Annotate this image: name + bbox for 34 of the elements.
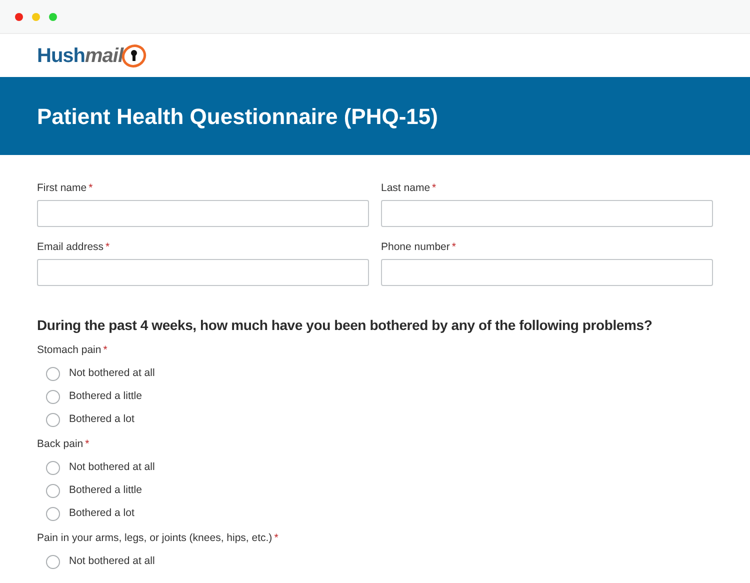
input-field[interactable] [381, 259, 713, 286]
option-label: Not bothered at all [69, 554, 155, 569]
radio-button[interactable] [46, 460, 60, 474]
option-label: Bothered a little [69, 388, 142, 404]
required-mark: * [85, 438, 90, 451]
radio-button[interactable] [46, 506, 60, 520]
input-field[interactable] [381, 200, 713, 227]
radio-button[interactable] [46, 484, 60, 498]
radio-button[interactable] [46, 554, 60, 568]
option-label: Bothered a lot [69, 412, 134, 427]
radio-button[interactable] [46, 412, 60, 426]
field-label: Pain in your arms, legs, or joints (knees, hips, etc.) [37, 532, 272, 545]
field-label: Back pain [37, 438, 84, 451]
option-label: Not bothered at all [69, 366, 155, 381]
required-mark: * [432, 182, 436, 195]
option-label: Bothered a little [69, 482, 142, 498]
option-label: Bothered a lot [69, 506, 134, 521]
input-field[interactable] [37, 200, 369, 227]
field-label: Email address [37, 241, 104, 254]
field-label: Stomach pain [37, 344, 102, 357]
radio-button[interactable] [46, 390, 60, 404]
form-title: Patient Health Questionnaire (PHQ-15) [37, 102, 438, 131]
required-mark: * [88, 182, 93, 195]
field-label: Last name [381, 182, 430, 195]
input-field[interactable] [37, 259, 369, 286]
required-mark: * [452, 241, 456, 254]
question-heading: During the past 4 weeks, how much have you been bothered by any of the following problems? [37, 316, 654, 334]
required-mark: * [106, 241, 110, 254]
field-label: Phone number [381, 241, 450, 254]
required-mark: * [274, 532, 278, 545]
radio-button[interactable] [46, 366, 60, 380]
option-label: Not bothered at all [69, 460, 155, 475]
required-mark: * [103, 344, 108, 357]
field-label: First name [37, 182, 87, 195]
